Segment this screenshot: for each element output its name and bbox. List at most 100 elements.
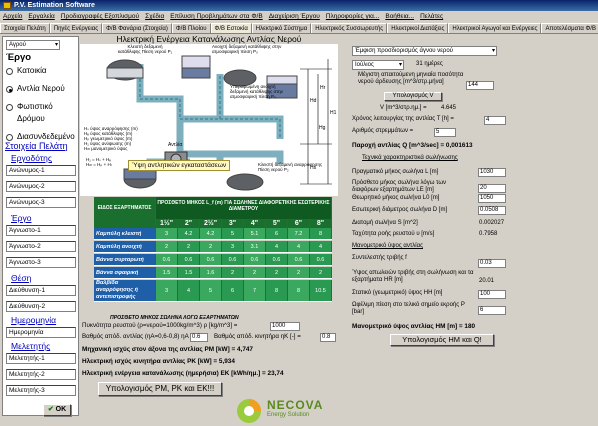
pump-eff-input[interactable]: 0.6 (190, 333, 208, 342)
type-combo[interactable]: Αγρού (6, 40, 60, 50)
friction-label: Συντελεστής τριβής f (352, 255, 407, 261)
table-col-header: 1½" (156, 219, 178, 228)
menu-item-3[interactable]: Προδιαγραφές Εξοπλισμού (58, 11, 142, 23)
density-input[interactable]: 1000 (270, 322, 300, 331)
menu-item-1[interactable]: Αρχείο (0, 11, 25, 23)
fittings-table: ΕΙΔΟΣ ΕΞΑΡΤΗΜΑΤΟΣ ΠΡΟΣΘΕΤΟ ΜΗΚΟΣ L_f (m) … (94, 197, 332, 314)
erg-field-2[interactable]: Ανώνυμος-2 (6, 181, 76, 192)
thesi-field-2[interactable]: Διεύθυνση-2 (6, 301, 76, 312)
friction-input[interactable]: 0.03 (478, 259, 506, 268)
hours-input[interactable]: 4 (484, 116, 506, 125)
extra-len-input[interactable]: 20 (478, 184, 506, 193)
pump-diagram: Hd Hr Hs H1 Hg Κλειστή δεξαμενή κατάθλιψ… (80, 44, 338, 196)
radio-option-2[interactable]: Αντλία Νερού (3, 83, 79, 95)
left-panel: Αγρού Έργο Κατοικία Αντλία Νερού Φωτιστικό… (2, 36, 79, 416)
location-heading: Θέση (11, 273, 32, 283)
table-cell: 0.6 (310, 254, 332, 265)
menu-item-8[interactable]: Βοήθεια... (382, 11, 417, 23)
table-cell: 4 (288, 241, 310, 252)
logo-title: NECOVA (267, 398, 324, 412)
speed-label: Ταχύτητα ροής ρευστού υ [m/s] (352, 231, 435, 237)
table-cell: 0.6 (156, 254, 178, 265)
right-panel: Έμφιση προσδιορισμός άγνου νερού Ιούλιος… (338, 34, 596, 426)
tab-2[interactable]: Πηγές Ενέργειας (49, 23, 103, 33)
table-col-header: 4" (244, 219, 266, 228)
tab-10[interactable]: Αποτελέσματα Φ/Β Συστήματος (541, 23, 598, 33)
pipe-area-value: 0.002027 (479, 220, 505, 226)
meletitis-field-1[interactable]: Μελετητής-1 (6, 353, 76, 364)
pipe-len-input[interactable]: 1030 (478, 168, 506, 177)
theo-len-input[interactable]: 1050 (478, 194, 506, 203)
ergo-heading: Έργο (6, 52, 32, 63)
tab-6[interactable]: Ηλεκτρικό Σύστημα (251, 23, 312, 33)
tab-8[interactable]: Ηλεκτρικοί Διατάξεις (387, 23, 449, 33)
diagram-caption: Ύψη αντλητικών εγκαταστάσεων (128, 160, 231, 171)
menu-item-7[interactable]: Πληροφορίες για... (323, 11, 383, 23)
tank-mid-label: Ανοιχτή δεξαμενή κατάθλιψης στην ατμοσφα… (212, 44, 282, 54)
erg-field-1[interactable]: Ανώνυμος-1 (6, 165, 76, 176)
extra-len-label: Πρόσθετο μήκος σωλήνα λόγω των διαφόρων … (352, 180, 447, 193)
radio-option-1[interactable]: Κατοικία (3, 65, 79, 77)
table-cell: 0.6 (222, 254, 244, 265)
table-cell: 8 (288, 280, 310, 301)
engineer-fields: Μελετητής-1 Μελετητής-2 Μελετητής-3 (6, 353, 76, 401)
client-heading: Στοιχεία Πελάτη (5, 141, 68, 151)
table-cell: 2 (222, 267, 244, 278)
tab-3[interactable]: Φ/Β Φανάρια (Στοιχεία) (102, 23, 172, 33)
radio-label: Αντλία Νερού (17, 84, 65, 93)
menu-item-9[interactable]: Πελάτες (417, 11, 446, 23)
table-col-header: 3" (222, 219, 244, 228)
table-col-header: 5" (266, 219, 288, 228)
menu-item-4[interactable]: Σχέδια (142, 11, 167, 23)
table-cell: 1.5 (156, 267, 178, 278)
table-col-blank (94, 219, 156, 228)
tab-1[interactable]: Στοιχεία Πελάτη (0, 23, 50, 33)
ergo2-field-2[interactable]: Άγνωστο-2 (6, 241, 76, 252)
water-calc-combo[interactable]: Έμφιση προσδιορισμός άγνου νερού (352, 46, 497, 56)
menu-item-6[interactable]: Διαχείριση Έργου (266, 11, 323, 23)
max-need-input[interactable]: 144 (466, 81, 494, 90)
table-cell: 3.1 (244, 241, 266, 252)
menu-item-2[interactable]: Εργαλεία (25, 11, 57, 23)
table-cell: 2 (178, 241, 200, 252)
erg-field-3[interactable]: Ανώνυμος-3 (6, 197, 76, 208)
pressure-input[interactable]: 6 (478, 306, 506, 315)
ergo2-field-1[interactable]: Άγνωστο-1 (6, 225, 76, 236)
table-cell: 0.6 (200, 254, 222, 265)
diameter-input[interactable]: 0.0508 (478, 206, 506, 215)
necova-logo: NECOVA Energy Solution (234, 396, 338, 424)
flow-result: Παροχή αντλίας Q [m^3/sec] = 0,001613 (352, 142, 473, 149)
table-cell: 2 (244, 267, 266, 278)
motor-eff-input[interactable]: 0.8 (320, 333, 336, 342)
ergo2-field-3[interactable]: Άγνωστο-3 (6, 257, 76, 268)
tab-9[interactable]: Ηλεκτρικοί Αγωγοί και Ενέργειες (448, 23, 542, 33)
table-cell: 1.5 (178, 267, 200, 278)
hours-label: Χρόνος λειτουργίας της αντλίας T [h] = (352, 116, 454, 122)
app-icon (3, 2, 11, 9)
ok-button[interactable]: ✔ OK (43, 404, 71, 416)
radio-label: Διασυνδεδεμένο (17, 132, 75, 141)
static-input[interactable]: 100 (478, 290, 506, 299)
thesi-field-1[interactable]: Διεύθυνση-1 (6, 285, 76, 296)
tab-5[interactable]: Φ/Β Εστοκία (210, 23, 252, 33)
tab-7[interactable]: Ηλεκτρικός Συσσωρευτής (311, 23, 388, 33)
table-cell: 10.5 (310, 280, 332, 301)
month-combo[interactable]: Ιούλιος (352, 60, 404, 70)
table-cell: 6 (266, 228, 288, 239)
radio-option-3[interactable]: Φωτιστικό Δρόμου (3, 101, 79, 125)
table-row: Βάννα συρταρωτή 0.6 0.6 0.6 0.6 0.6 0.6 0.6 0.6 (94, 254, 332, 266)
tab-4[interactable]: Φ/Β Πλοίου (171, 23, 211, 33)
meletitis-field-2[interactable]: Μελετητής-2 (6, 369, 76, 380)
app-window: P.V. Estimation Software Αρχείο Εργαλεία Π… (0, 0, 598, 426)
date-field[interactable]: Ημερομηνία (6, 327, 76, 338)
calc-pm-pk-ek-button[interactable]: Υπολογισμός PM, PK και EK!!! (98, 382, 222, 396)
area-input[interactable]: 5 (434, 128, 456, 137)
diameter-label: Εσωτερική διάμετρος σωλήνα D [m] (352, 207, 448, 213)
table-cell: 5 (222, 228, 244, 239)
meletitis-field-3[interactable]: Μελετητής-3 (6, 385, 76, 396)
center-panel: Ηλεκτρική Ενέργεια Κατανάλωσης Αντλίας Ν… (80, 34, 338, 423)
motor-eff-label: Βαθμός απόδ. κινητήρα ηΚ [-] = (214, 333, 301, 340)
calc-v-button[interactable]: Υπολογισμός V (384, 92, 442, 101)
calc-hm-q-button[interactable]: Υπολογισμός HM και Q! (390, 334, 494, 346)
menu-item-5[interactable]: Επίλυση Προβλημάτων στα Φ/Β (167, 11, 265, 23)
